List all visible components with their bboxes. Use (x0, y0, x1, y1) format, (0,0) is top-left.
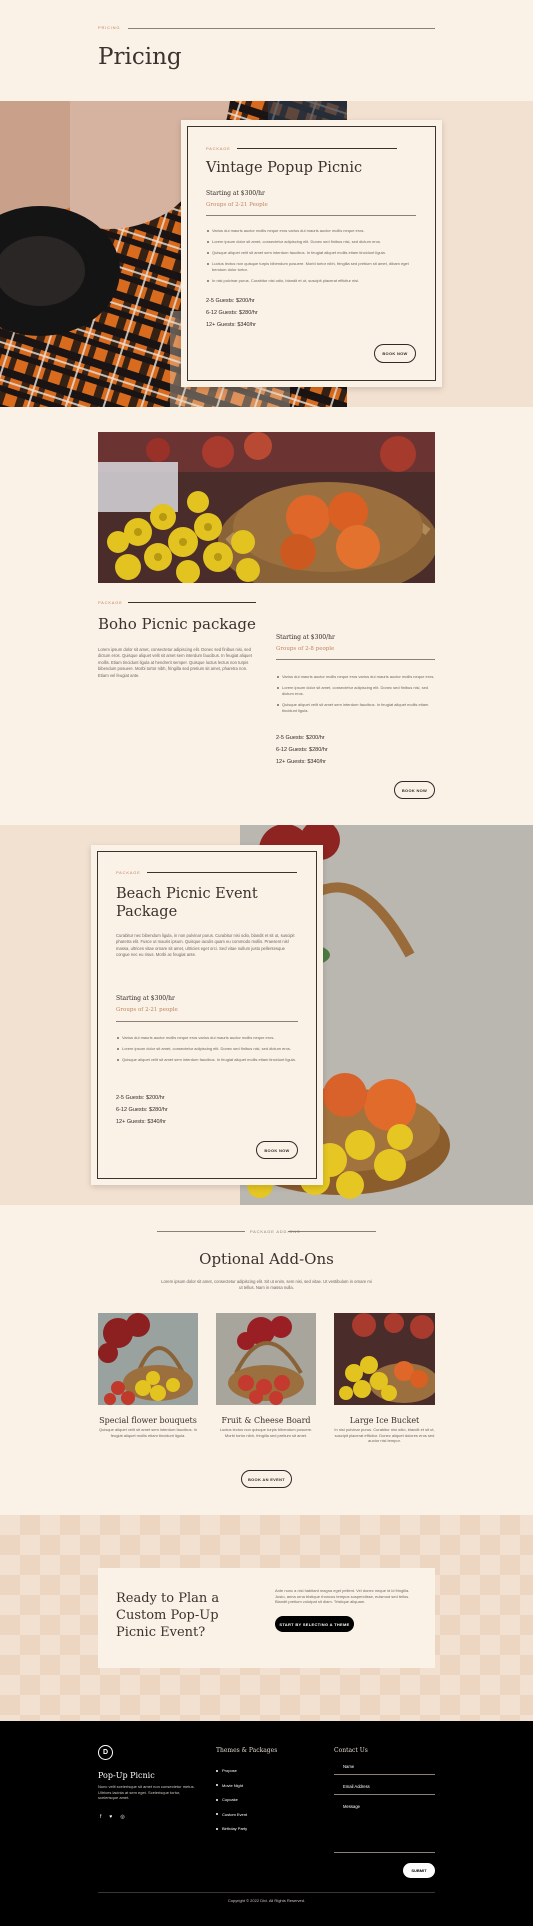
price-tier: 12+ Guests: $340/hr (206, 322, 256, 328)
beach-card: PACKAGE Beach Picnic Event Package Curab… (91, 845, 323, 1185)
copyright: Copyright © 2022 Divi. All Rights Reserv… (227, 1898, 306, 1903)
price-tier: 12+ Guests: $340/hr (276, 759, 326, 765)
boho-book-now-button[interactable]: BOOK NOW (394, 781, 435, 799)
cta-description: Ante nunc a nisi habitant magna eget pel… (275, 1588, 410, 1605)
list-item: Varius dui mauris auctor mollis neque er… (276, 674, 435, 680)
footer: D Pop-Up Picnic Nunc velit scelerisque s… (0, 1721, 533, 1926)
email-field[interactable]: Email Address (334, 1781, 435, 1795)
addon-description: Quisque aliquet velit sit amet sem inter… (98, 1427, 198, 1438)
list-item: Luctus lectus non quisque turpis bibendu… (206, 261, 416, 273)
list-item: Quisque aliquet velit sit amet sem inter… (276, 702, 435, 714)
beach-tiers: 2-5 Guests: $200/hr 6-12 Guests: $280/hr… (116, 1095, 168, 1131)
price-tier: 6-12 Guests: $280/hr (206, 310, 258, 316)
footer-nav-link[interactable]: Cupcake (216, 1797, 247, 1802)
beach-bullets: Varius dui mauris auctor mollis neque er… (116, 1035, 298, 1068)
vintage-book-now-button[interactable]: BOOK NOW (374, 344, 416, 363)
footer-nav-link[interactable]: Custom Event (216, 1812, 247, 1817)
price-tier: 6-12 Guests: $280/hr (116, 1107, 168, 1113)
vintage-bullets: Varius dui mauris auctor mollis neque er… (206, 228, 416, 289)
contact-title: Contact Us (334, 1747, 368, 1754)
boho-groups: Groups of 2-8 people (276, 646, 335, 652)
price-tier: 2-5 Guests: $200/hr (206, 298, 255, 304)
beach-groups: Groups of 2-21 people (116, 1007, 178, 1013)
boho-title: Boho Picnic package (98, 615, 256, 633)
addons-description: Lorem ipsum dolor sit amet, consectetur … (161, 1279, 372, 1291)
cta-title: Ready to Plan a Custom Pop-Up Picnic Eve… (116, 1591, 220, 1640)
addon-title: Special flower bouquets (99, 1416, 197, 1425)
book-an-event-button[interactable]: BOOK AN EVENT (241, 1470, 292, 1488)
boho-picnic-image (98, 432, 435, 583)
fruit-cheese-board-image (216, 1313, 316, 1405)
email-field-placeholder: Email Address (343, 1784, 370, 1789)
addon-card: Special flower bouquets Quisque aliquet … (98, 1313, 198, 1438)
footer-nav: Propose Movie Night Cupcake Custom Event… (216, 1768, 247, 1841)
boho-starting: Starting at $300/hr (276, 634, 335, 641)
name-field[interactable]: Name (334, 1761, 435, 1775)
price-tier: 6-12 Guests: $280/hr (276, 747, 328, 753)
cta-card: Ready to Plan a Custom Pop-Up Picnic Eve… (98, 1568, 435, 1668)
boho-description: Lorem ipsum dolor sit amet, consectetur … (98, 647, 252, 678)
flowers-basket-illustration (98, 432, 435, 583)
name-field-placeholder: Name (343, 1764, 355, 1769)
list-item: Lorem ipsum dolor sit amet, consectetur … (206, 239, 416, 245)
addon-card: Large Ice Bucket In nisi pulvinar purus.… (334, 1313, 439, 1444)
list-item: In nisi pulvinar purus. Curabitur nisi o… (206, 278, 416, 284)
vintage-title: Vintage Popup Picnic (206, 160, 363, 176)
footer-nav-link[interactable]: Birthday Party (216, 1826, 247, 1831)
boho-tiers: 2-5 Guests: $200/hr 6-12 Guests: $280/hr… (276, 735, 328, 771)
price-tier: 2-5 Guests: $200/hr (276, 735, 325, 741)
beach-book-now-button[interactable]: BOOK NOW (256, 1141, 298, 1159)
flower-bouquet-image (98, 1313, 198, 1405)
price-tier: 2-5 Guests: $200/hr (116, 1095, 165, 1101)
vintage-eyebrow: PACKAGE (206, 146, 231, 151)
eyebrow-rule (128, 28, 435, 29)
instagram-icon[interactable]: ◎ (120, 1814, 124, 1820)
message-field[interactable]: Message (334, 1801, 435, 1853)
list-item: Quisque aliquet velit sit amet sem inter… (116, 1057, 298, 1063)
footer-brand: Pop-Up Picnic (98, 1771, 155, 1780)
addon-title: Large Ice Bucket (349, 1416, 420, 1425)
addon-description: In nisi pulvinar purus. Curabitur nisi o… (334, 1427, 435, 1444)
addons-title: Optional Add-Ons (199, 1250, 334, 1268)
footer-nav-title: Themes & Packages (216, 1747, 278, 1754)
start-theme-button[interactable]: START BY SELECTING A THEME (275, 1616, 354, 1632)
addon-description: Luctus lectus non quisque turpis bibendu… (219, 1427, 313, 1438)
ice-bucket-image (334, 1313, 439, 1405)
footer-blurb: Nunc velit scelerisque sit amet non cons… (98, 1784, 195, 1801)
beach-eyebrow: PACKAGE (116, 870, 141, 875)
twitter-icon[interactable]: ♥ (109, 1814, 112, 1820)
list-item: Lorem ipsum dolor sit amet, consectetur … (116, 1046, 298, 1052)
footer-nav-link[interactable]: Movie Night (216, 1783, 247, 1788)
list-item: Quisque aliquet velit sit amet sem inter… (206, 250, 416, 256)
beach-starting: Starting at $300/hr (116, 995, 175, 1002)
message-field-placeholder: Message (343, 1804, 360, 1809)
vintage-groups: Groups of 2-21 People (206, 202, 268, 208)
beach-title: Beach Picnic Event Package (116, 886, 258, 920)
page: PRICING Pricing PACKAGE Vintage Popup Pi… (0, 0, 533, 1926)
facebook-icon[interactable]: f (100, 1814, 101, 1820)
addon-card: Fruit & Cheese Board Luctus lectus non q… (216, 1313, 316, 1438)
page-title: Pricing (98, 44, 182, 70)
list-item: Lorem ipsum dolor sit amet, consectetur … (276, 685, 435, 697)
footer-nav-link[interactable]: Propose (216, 1768, 247, 1773)
boho-eyebrow: PACKAGE (98, 600, 123, 605)
list-item: Varius dui mauris auctor mollis neque er… (116, 1035, 298, 1041)
vintage-tiers: 2-5 Guests: $200/hr 6-12 Guests: $280/hr… (206, 298, 258, 334)
pricing-eyebrow: PRICING (98, 25, 121, 30)
addon-title: Fruit & Cheese Board (221, 1416, 311, 1425)
beach-description: Curabitur nec bibendum ligula, in non pu… (116, 933, 295, 958)
submit-button[interactable]: SUBMIT (403, 1863, 435, 1878)
list-item: Varius dui mauris auctor mollis neque er… (206, 228, 416, 234)
price-tier: 12+ Guests: $340/hr (116, 1119, 166, 1125)
vintage-card: PACKAGE Vintage Popup Picnic Starting at… (181, 120, 442, 387)
social-links: f ♥ ◎ (100, 1814, 125, 1820)
logo-icon[interactable]: D (98, 1745, 113, 1760)
boho-bullets: Varius dui mauris auctor mollis neque er… (276, 674, 435, 719)
vintage-starting: Starting at $300/hr (206, 190, 265, 197)
